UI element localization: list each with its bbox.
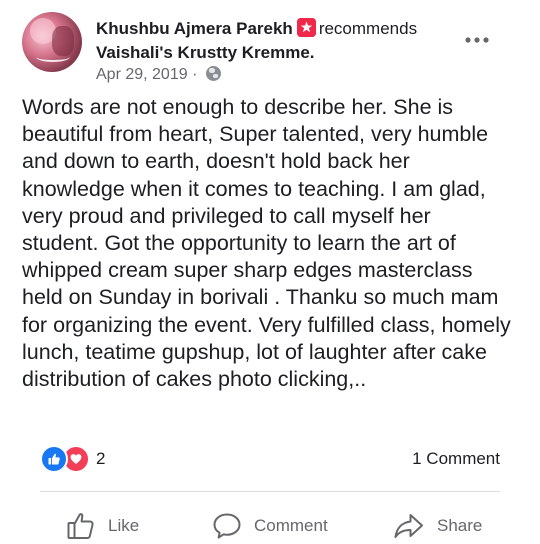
comment-button[interactable]: Comment (212, 509, 328, 543)
thumbs-up-icon (67, 513, 94, 539)
reactions-summary[interactable]: 2 (40, 445, 106, 473)
post-meta: Apr 29, 2019 · (96, 65, 221, 85)
author-avatar[interactable] (22, 12, 82, 72)
comment-bubble-icon (213, 513, 241, 539)
share-button[interactable]: Share (393, 509, 482, 543)
like-button-label: Like (108, 516, 140, 535)
reaction-count: 2 (96, 449, 106, 468)
share-arrow-icon (394, 514, 423, 538)
globe-icon (205, 66, 221, 81)
share-button-label: Share (437, 516, 483, 535)
post-date[interactable]: Apr 29, 2019 (96, 66, 188, 83)
like-button[interactable]: Like (66, 509, 139, 543)
more-options-icon[interactable] (462, 30, 492, 50)
meta-separator: · (192, 66, 198, 83)
recommendation-badge-icon (296, 18, 316, 37)
like-icon (40, 445, 68, 473)
post-body-text: Words are not enough to describe her. Sh… (22, 95, 511, 392)
comment-button-label: Comment (254, 516, 328, 535)
avatar-signature-mark (36, 52, 70, 62)
recommended-page-name[interactable]: Vaishali's Krustty Kremme. (96, 42, 315, 64)
recommends-text: recommends (318, 19, 418, 38)
comment-count-link[interactable]: 1 Comment (412, 449, 500, 469)
post-header-line: Khushbu Ajmera Parekh recommends (96, 18, 417, 40)
actions-divider (40, 491, 500, 492)
author-name[interactable]: Khushbu Ajmera Parekh (96, 19, 293, 38)
